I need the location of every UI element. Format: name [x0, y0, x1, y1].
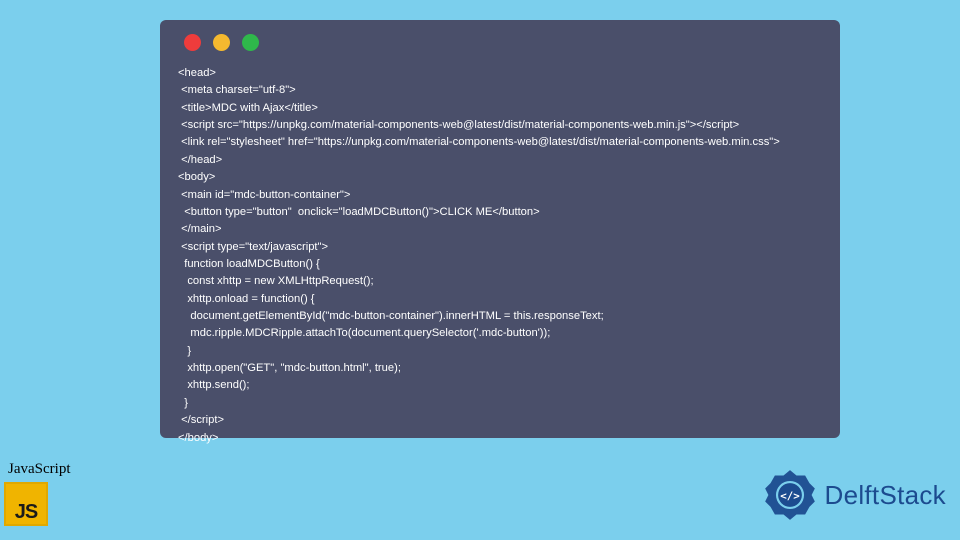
svg-text:</>: </>	[780, 489, 800, 502]
window-traffic-lights	[184, 34, 822, 51]
brand-block: </> DelftStack	[763, 468, 947, 522]
code-content: <head> <meta charset="utf-8"> <title>MDC…	[178, 65, 822, 447]
language-tag: JavaScript JS	[4, 461, 70, 526]
brand-name: DelftStack	[825, 480, 947, 511]
language-label: JavaScript	[8, 461, 70, 478]
maximize-icon	[242, 34, 259, 51]
code-panel: <head> <meta charset="utf-8"> <title>MDC…	[160, 20, 840, 438]
delftstack-logo-icon: </>	[763, 468, 817, 522]
js-badge-text: JS	[15, 501, 37, 524]
minimize-icon	[213, 34, 230, 51]
javascript-badge-icon: JS	[4, 482, 48, 526]
close-icon	[184, 34, 201, 51]
